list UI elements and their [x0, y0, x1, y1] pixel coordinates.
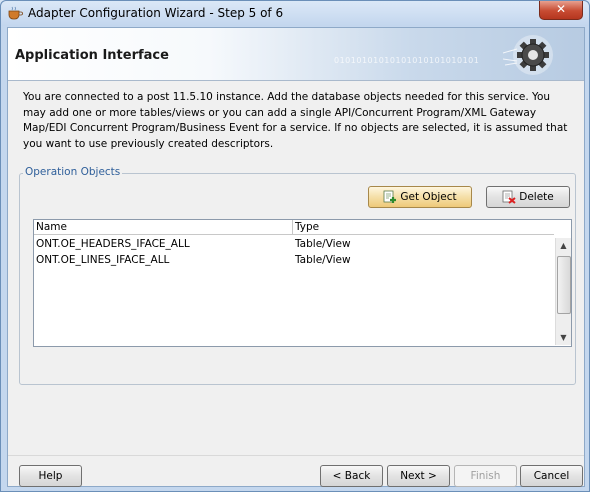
row-type-cell: Table/View — [295, 238, 351, 250]
column-header-type[interactable]: Type — [293, 220, 553, 234]
page-title: Application Interface — [15, 48, 169, 63]
delete-icon — [502, 190, 516, 204]
row-name-cell: ONT.OE_LINES_IFACE_ALL — [36, 254, 170, 266]
finish-button[interactable]: Finish — [454, 465, 517, 487]
help-button[interactable]: Help — [19, 465, 82, 487]
intro-text: You are connected to a post 11.5.10 inst… — [23, 91, 568, 150]
scroll-down-icon[interactable]: ▼ — [557, 331, 570, 344]
footer-divider — [8, 455, 584, 456]
operation-objects-group: Operation Objects Get Object Delete Name — [19, 166, 576, 385]
back-button[interactable]: < Back — [320, 465, 383, 487]
get-object-label: Get Object — [400, 191, 457, 203]
table-row[interactable]: ONT.OE_HEADERS_IFACE_ALL Table/View — [34, 236, 554, 252]
column-header-name[interactable]: Name — [34, 220, 293, 234]
operation-objects-table[interactable]: Name Type ONT.OE_HEADERS_IFACE_ALL Table… — [33, 219, 572, 347]
binary-decoration: 01010101010101010101010101 — [334, 56, 480, 65]
get-object-button[interactable]: Get Object — [368, 186, 472, 208]
window-title: Adapter Configuration Wizard - Step 5 of… — [28, 6, 284, 20]
wizard-window: Adapter Configuration Wizard - Step 5 of… — [0, 0, 590, 492]
table-header: Name Type — [34, 220, 554, 235]
add-object-icon — [383, 190, 397, 203]
gear-icon — [502, 35, 553, 75]
vertical-scrollbar[interactable]: ▲ ▼ — [555, 238, 571, 345]
delete-label: Delete — [519, 191, 554, 203]
delete-button[interactable]: Delete — [486, 186, 570, 208]
close-button[interactable]: ✕ — [539, 1, 583, 20]
row-name-cell: ONT.OE_HEADERS_IFACE_ALL — [36, 238, 190, 250]
cancel-button[interactable]: Cancel — [520, 465, 583, 487]
wizard-content: Application Interface 010101010101010101… — [7, 27, 585, 487]
row-type-cell: Table/View — [295, 254, 351, 266]
group-legend: Operation Objects — [23, 166, 123, 178]
app-cup-icon — [8, 6, 23, 20]
table-row[interactable]: ONT.OE_LINES_IFACE_ALL Table/View — [34, 252, 554, 268]
scroll-up-icon[interactable]: ▲ — [557, 239, 570, 252]
scroll-thumb[interactable] — [557, 256, 571, 314]
step-header: Application Interface 010101010101010101… — [8, 28, 584, 81]
title-bar: Adapter Configuration Wizard - Step 5 of… — [1, 1, 589, 26]
next-button[interactable]: Next > — [387, 465, 450, 487]
